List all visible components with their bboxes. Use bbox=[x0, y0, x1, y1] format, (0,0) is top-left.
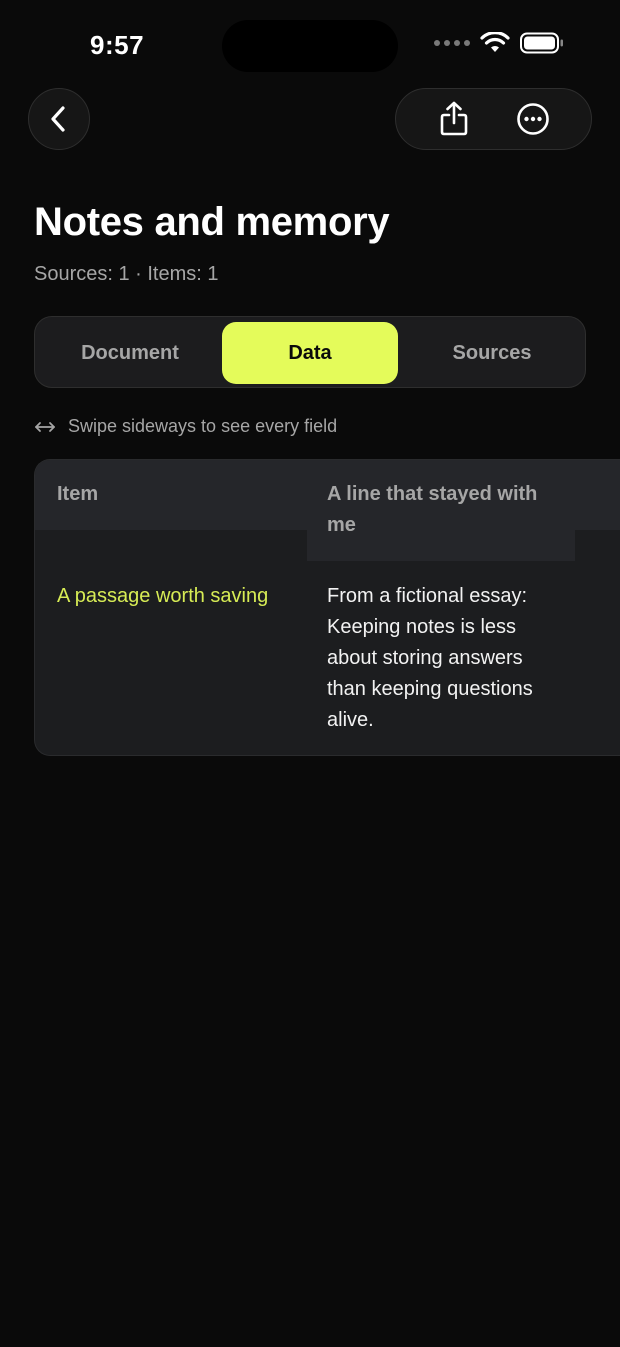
header-cell-next bbox=[575, 460, 620, 530]
page-meta: Sources: 1 · Items: 1 bbox=[34, 263, 219, 285]
data-table[interactable]: Item A line that stayed with me A passag… bbox=[34, 459, 620, 756]
column-header-item: Item bbox=[57, 483, 99, 505]
swipe-hint: Swipe sideways to see every field bbox=[34, 416, 337, 437]
tab-document[interactable]: Document bbox=[39, 322, 221, 384]
wifi-icon bbox=[480, 32, 510, 52]
swap-horizontal-icon bbox=[35, 421, 55, 432]
share-icon bbox=[440, 101, 468, 136]
share-button[interactable] bbox=[432, 97, 476, 141]
action-pill bbox=[395, 88, 592, 150]
back-button[interactable] bbox=[28, 88, 90, 150]
status-bar: 9:57 bbox=[0, 0, 620, 90]
chevron-left-icon bbox=[51, 106, 65, 132]
more-button[interactable] bbox=[511, 97, 555, 141]
column-header-line: A line that stayed with me bbox=[327, 483, 538, 536]
table-cell-quote: From a fictional essay: Keeping notes is… bbox=[327, 585, 533, 731]
status-time: 9:57 bbox=[90, 30, 145, 60]
ellipsis-circle-icon bbox=[517, 103, 550, 135]
swipe-hint-text: Swipe sideways to see every field bbox=[68, 416, 338, 436]
table-cell-item[interactable]: A passage worth saving bbox=[57, 581, 268, 612]
cellular-signal-icon bbox=[434, 40, 470, 46]
segmented-control: Document Data Sources bbox=[34, 316, 586, 388]
tab-data[interactable]: Data bbox=[222, 322, 398, 384]
battery-icon bbox=[520, 32, 563, 54]
page-title: Notes and memory bbox=[34, 200, 390, 244]
tab-sources[interactable]: Sources bbox=[401, 322, 583, 384]
screen: 9:57 Notes and memory Sources: 1 · Items… bbox=[0, 0, 620, 1347]
status-icons bbox=[434, 32, 564, 54]
dynamic-island bbox=[222, 20, 398, 72]
